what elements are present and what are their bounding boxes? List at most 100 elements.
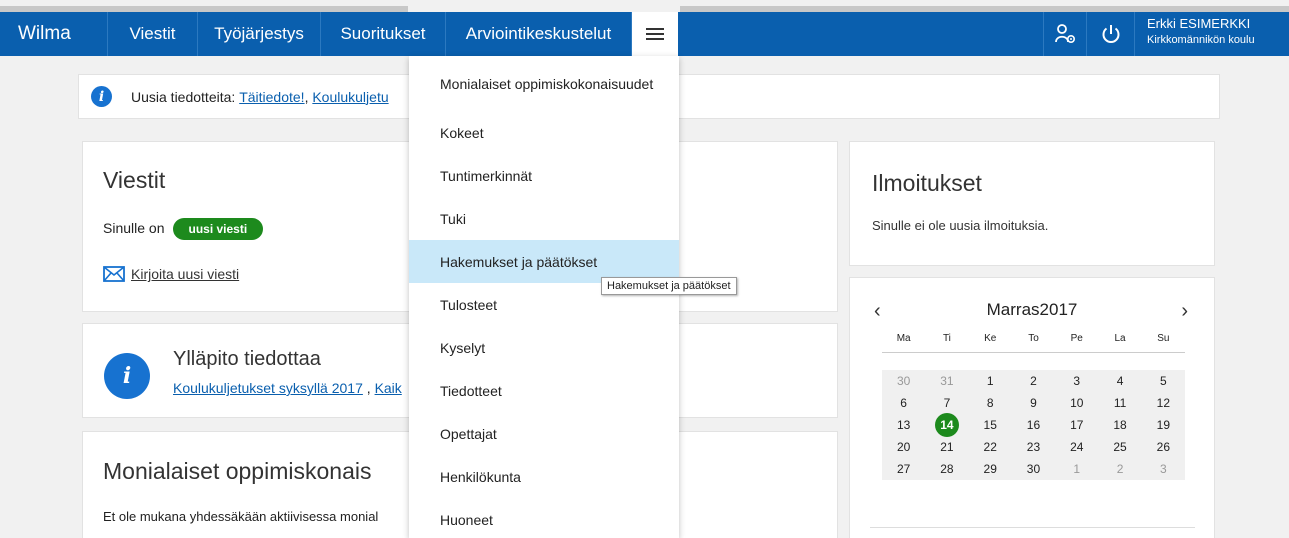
user-name: Erkki ESIMERKKI <box>1147 16 1251 31</box>
messages-text: Sinulle on <box>103 220 165 236</box>
weekday-label: Ma <box>896 333 911 344</box>
calendar-day[interactable]: 22 <box>969 440 1012 454</box>
calendar-day[interactable]: 1 <box>969 374 1012 388</box>
calendar-day-number: 30 <box>1026 462 1041 476</box>
calendar-day[interactable]: 19 <box>1142 418 1185 432</box>
calendar-day[interactable]: 13 <box>882 418 925 432</box>
calendar-card: ‹ Marras2017 › Ma Ti Ke To Pe La Su 30 31 1 2 3 4 5 6… <box>849 277 1215 538</box>
calendar-day[interactable]: 30 <box>1012 462 1055 476</box>
compose-link[interactable]: Kirjoita uusi viesti <box>131 266 239 282</box>
calendar-day-number: 9 <box>1030 396 1037 410</box>
admin-link-1[interactable]: Koulukuljetukset syksyllä 2017 <box>173 380 363 396</box>
calendar-day[interactable]: 20 <box>882 440 925 454</box>
calendar-header: ‹ Marras2017 › <box>850 300 1214 324</box>
calendar-day-number: 10 <box>1070 396 1084 410</box>
calendar-month: Marras <box>986 300 1040 319</box>
messages-title: Viestit <box>103 167 166 193</box>
calendar-day[interactable]: 18 <box>1098 418 1141 432</box>
calendar-day[interactable]: 9 <box>1012 396 1055 410</box>
menu-item[interactable]: Monialaiset oppimiskokonaisuudet <box>409 56 679 111</box>
calendar-day-number: 25 <box>1113 440 1127 454</box>
menu-item[interactable]: Kokeet <box>409 111 679 154</box>
calendar-day[interactable]: 28 <box>925 462 968 476</box>
calendar-day-number: 2 <box>1030 374 1037 388</box>
calendar-day-number: 17 <box>1070 418 1084 432</box>
calendar-day[interactable]: 2 <box>1098 462 1141 476</box>
menu-item[interactable]: Tiedotteet <box>409 369 679 412</box>
user-info[interactable]: Erkki ESIMERKKI Kirkkomännikön koulu <box>1134 12 1289 56</box>
user-settings-button[interactable] <box>1043 12 1086 56</box>
calendar-next-button[interactable]: › <box>1181 300 1188 323</box>
notice-link-2[interactable]: Koulukuljetu <box>312 89 388 105</box>
calendar-day-number: 29 <box>983 462 997 476</box>
menu-item[interactable]: Tuntimerkinnät <box>409 154 679 197</box>
calendar-day[interactable]: 6 <box>882 396 925 410</box>
calendar-day[interactable]: 25 <box>1098 440 1141 454</box>
calendar-day[interactable]: 2 <box>1012 374 1055 388</box>
top-strip <box>0 0 1289 12</box>
calendar-day[interactable]: 17 <box>1055 418 1098 432</box>
nav-grades[interactable]: Suoritukset <box>321 12 446 56</box>
calendar-day[interactable]: 7 <box>925 396 968 410</box>
menu-item[interactable]: Opettajat <box>409 412 679 455</box>
calendar-day[interactable]: 3 <box>1055 374 1098 388</box>
calendar-day[interactable]: 31 <box>925 374 968 388</box>
new-message-badge[interactable]: uusi viesti <box>172 218 264 240</box>
calendar-day[interactable]: 5 <box>1142 374 1185 388</box>
calendar-day-number: 11 <box>1113 396 1127 410</box>
nav-evaluations[interactable]: Arviointikeskustelut <box>446 12 632 56</box>
calendar-day-number: 13 <box>896 418 911 432</box>
calendar-day-number: 23 <box>1026 440 1041 454</box>
weekday-label: La <box>1114 333 1126 344</box>
calendar-day-number: 12 <box>1156 396 1170 410</box>
calendar-day[interactable]: 15 <box>969 418 1012 432</box>
calendar-day[interactable]: 3 <box>1142 462 1185 476</box>
calendar-day[interactable]: 23 <box>1012 440 1055 454</box>
overflow-menu: Monialaiset oppimiskokonaisuudet Kokeet Tu… <box>409 56 679 538</box>
calendar-day[interactable]: 26 <box>1142 440 1185 454</box>
notifications-card: Ilmoitukset Sinulle ei ole uusia ilmoitu… <box>849 141 1215 266</box>
calendar-day-number: 20 <box>896 440 911 454</box>
calendar-week: 20 21 22 23 24 25 26 <box>882 436 1185 458</box>
menu-item[interactable]: Huoneet <box>409 498 679 538</box>
calendar-day-number: 7 <box>943 396 951 410</box>
calendar-day[interactable]: 12 <box>1142 396 1185 410</box>
calendar-day[interactable]: 29 <box>969 462 1012 476</box>
compose-message[interactable]: Kirjoita uusi viesti <box>103 266 239 282</box>
info-icon: i <box>104 353 150 399</box>
calendar-day[interactable]: 11 <box>1098 396 1141 410</box>
admin-links: Koulukuljetukset syksyllä 2017 , Kaik <box>173 380 402 396</box>
nav-messages[interactable]: Viestit <box>108 12 198 56</box>
notice-link-1[interactable]: Täitiedote! <box>239 89 304 105</box>
calendar-day[interactable]: 8 <box>969 396 1012 410</box>
top-navigation: Wilma Viestit Työjärjestys Suoritukset A… <box>0 12 1289 56</box>
brand-logo[interactable]: Wilma <box>0 12 108 56</box>
calendar-day[interactable]: 10 <box>1055 396 1098 410</box>
calendar-day[interactable]: 30 <box>882 374 925 388</box>
calendar-year: 2017 <box>1039 300 1078 319</box>
calendar-divider <box>870 527 1195 528</box>
multidisciplinary-text: Et ole mukana yhdessäkään aktiivisessa m… <box>103 509 379 524</box>
calendar-day[interactable]: 24 <box>1055 440 1098 454</box>
menu-item[interactable]: Kyselyt <box>409 326 679 369</box>
logout-button[interactable] <box>1086 12 1134 56</box>
calendar-day[interactable]: 14 <box>925 413 968 437</box>
menu-item[interactable]: Henkilökunta <box>409 455 679 498</box>
menu-item[interactable]: Tuki <box>409 197 679 240</box>
nav-timetable[interactable]: Työjärjestys <box>198 12 321 56</box>
admin-link-2[interactable]: Kaik <box>375 380 402 396</box>
calendar-day[interactable]: 1 <box>1055 462 1098 476</box>
calendar-day-number: 24 <box>1070 440 1084 454</box>
calendar-day[interactable]: 4 <box>1098 374 1141 388</box>
calendar-day[interactable]: 21 <box>925 440 968 454</box>
user-settings-icon <box>1055 24 1076 44</box>
weekday-label: Ke <box>984 333 997 344</box>
calendar-day[interactable]: 27 <box>882 462 925 476</box>
calendar-day[interactable]: 16 <box>1012 418 1055 432</box>
calendar-day-number: 30 <box>896 374 911 388</box>
calendar-day-number: 22 <box>983 440 997 454</box>
envelope-icon <box>103 266 125 282</box>
calendar-day-number: 14 <box>934 413 959 437</box>
weekday-label: To <box>1028 333 1039 344</box>
hamburger-menu-button[interactable] <box>632 12 678 56</box>
